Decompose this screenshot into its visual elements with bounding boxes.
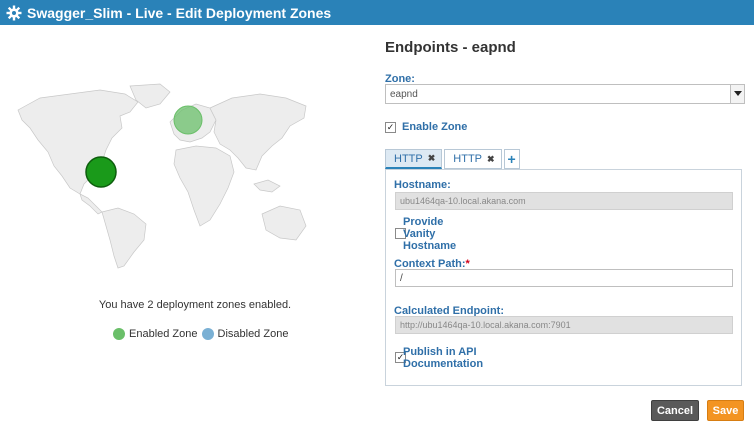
legend-enabled-label: Enabled Zone xyxy=(129,328,198,340)
map-legend: Enabled Zone Disabled Zone xyxy=(113,328,292,340)
publish-doc-label[interactable]: Publish in API Documentation xyxy=(403,346,483,370)
vanity-hostname-label[interactable]: Provide Vanity Hostname xyxy=(403,216,456,252)
legend-disabled-label: Disabled Zone xyxy=(217,328,289,340)
endpoints-title: Endpoints - eapnd xyxy=(385,39,516,56)
vanity-hostname-row: Provide Vanity Hostname xyxy=(395,216,456,252)
tab-http-1[interactable]: HTTP ✖ xyxy=(385,149,443,169)
protocol-tabs: HTTP ✖ HTTP ✖ + xyxy=(385,149,520,169)
tab-http-2[interactable]: HTTP ✖ xyxy=(444,149,502,169)
chevron-down-icon[interactable] xyxy=(730,85,744,103)
cancel-button[interactable]: Cancel xyxy=(651,400,699,421)
zones-count-text: You have 2 deployment zones enabled. xyxy=(98,299,292,311)
publish-doc-row: ✓ Publish in API Documentation xyxy=(395,346,483,370)
zones-map-panel: You have 2 deployment zones enabled. Ena… xyxy=(0,25,376,429)
hostname-field: ubu1464qa-10.local.akana.com xyxy=(395,192,733,210)
enable-zone-checkbox[interactable]: ✓ xyxy=(385,121,396,133)
endpoint-config-panel: Hostname: ubu1464qa-10.local.akana.com P… xyxy=(385,169,742,386)
gear-icon[interactable] xyxy=(6,5,22,21)
window-title: Swagger_Slim - Live - Edit Deployment Zo… xyxy=(27,4,332,21)
enable-zone-label[interactable]: Enable Zone xyxy=(402,121,467,133)
zone-marker-enabled-europe[interactable] xyxy=(173,105,203,135)
zone-marker-enabled-north-america[interactable] xyxy=(85,156,117,188)
enabled-zone-dot-icon xyxy=(113,328,125,340)
close-icon[interactable]: ✖ xyxy=(487,154,495,165)
tab-http-1-label: HTTP xyxy=(394,152,423,165)
world-map[interactable] xyxy=(10,80,310,270)
zone-select[interactable]: eapnd xyxy=(385,84,745,104)
enable-zone-row: ✓ Enable Zone xyxy=(385,121,467,133)
hostname-label: Hostname: xyxy=(394,179,451,191)
close-icon[interactable]: ✖ xyxy=(428,153,436,164)
calculated-endpoint-field: http://ubu1464qa-10.local.akana.com:7901 xyxy=(395,316,733,334)
zone-select-value: eapnd xyxy=(390,88,418,100)
context-path-input[interactable]: / xyxy=(395,269,733,287)
title-bar: Swagger_Slim - Live - Edit Deployment Zo… xyxy=(0,0,754,25)
disabled-zone-dot-icon xyxy=(201,328,214,340)
tab-http-2-label: HTTP xyxy=(453,153,483,165)
legend-enabled-zone: Enabled Zone xyxy=(113,328,198,340)
save-button[interactable]: Save xyxy=(707,400,744,421)
legend-disabled-zone: Disabled Zone xyxy=(201,328,289,340)
add-tab-icon[interactable]: + xyxy=(503,149,520,169)
